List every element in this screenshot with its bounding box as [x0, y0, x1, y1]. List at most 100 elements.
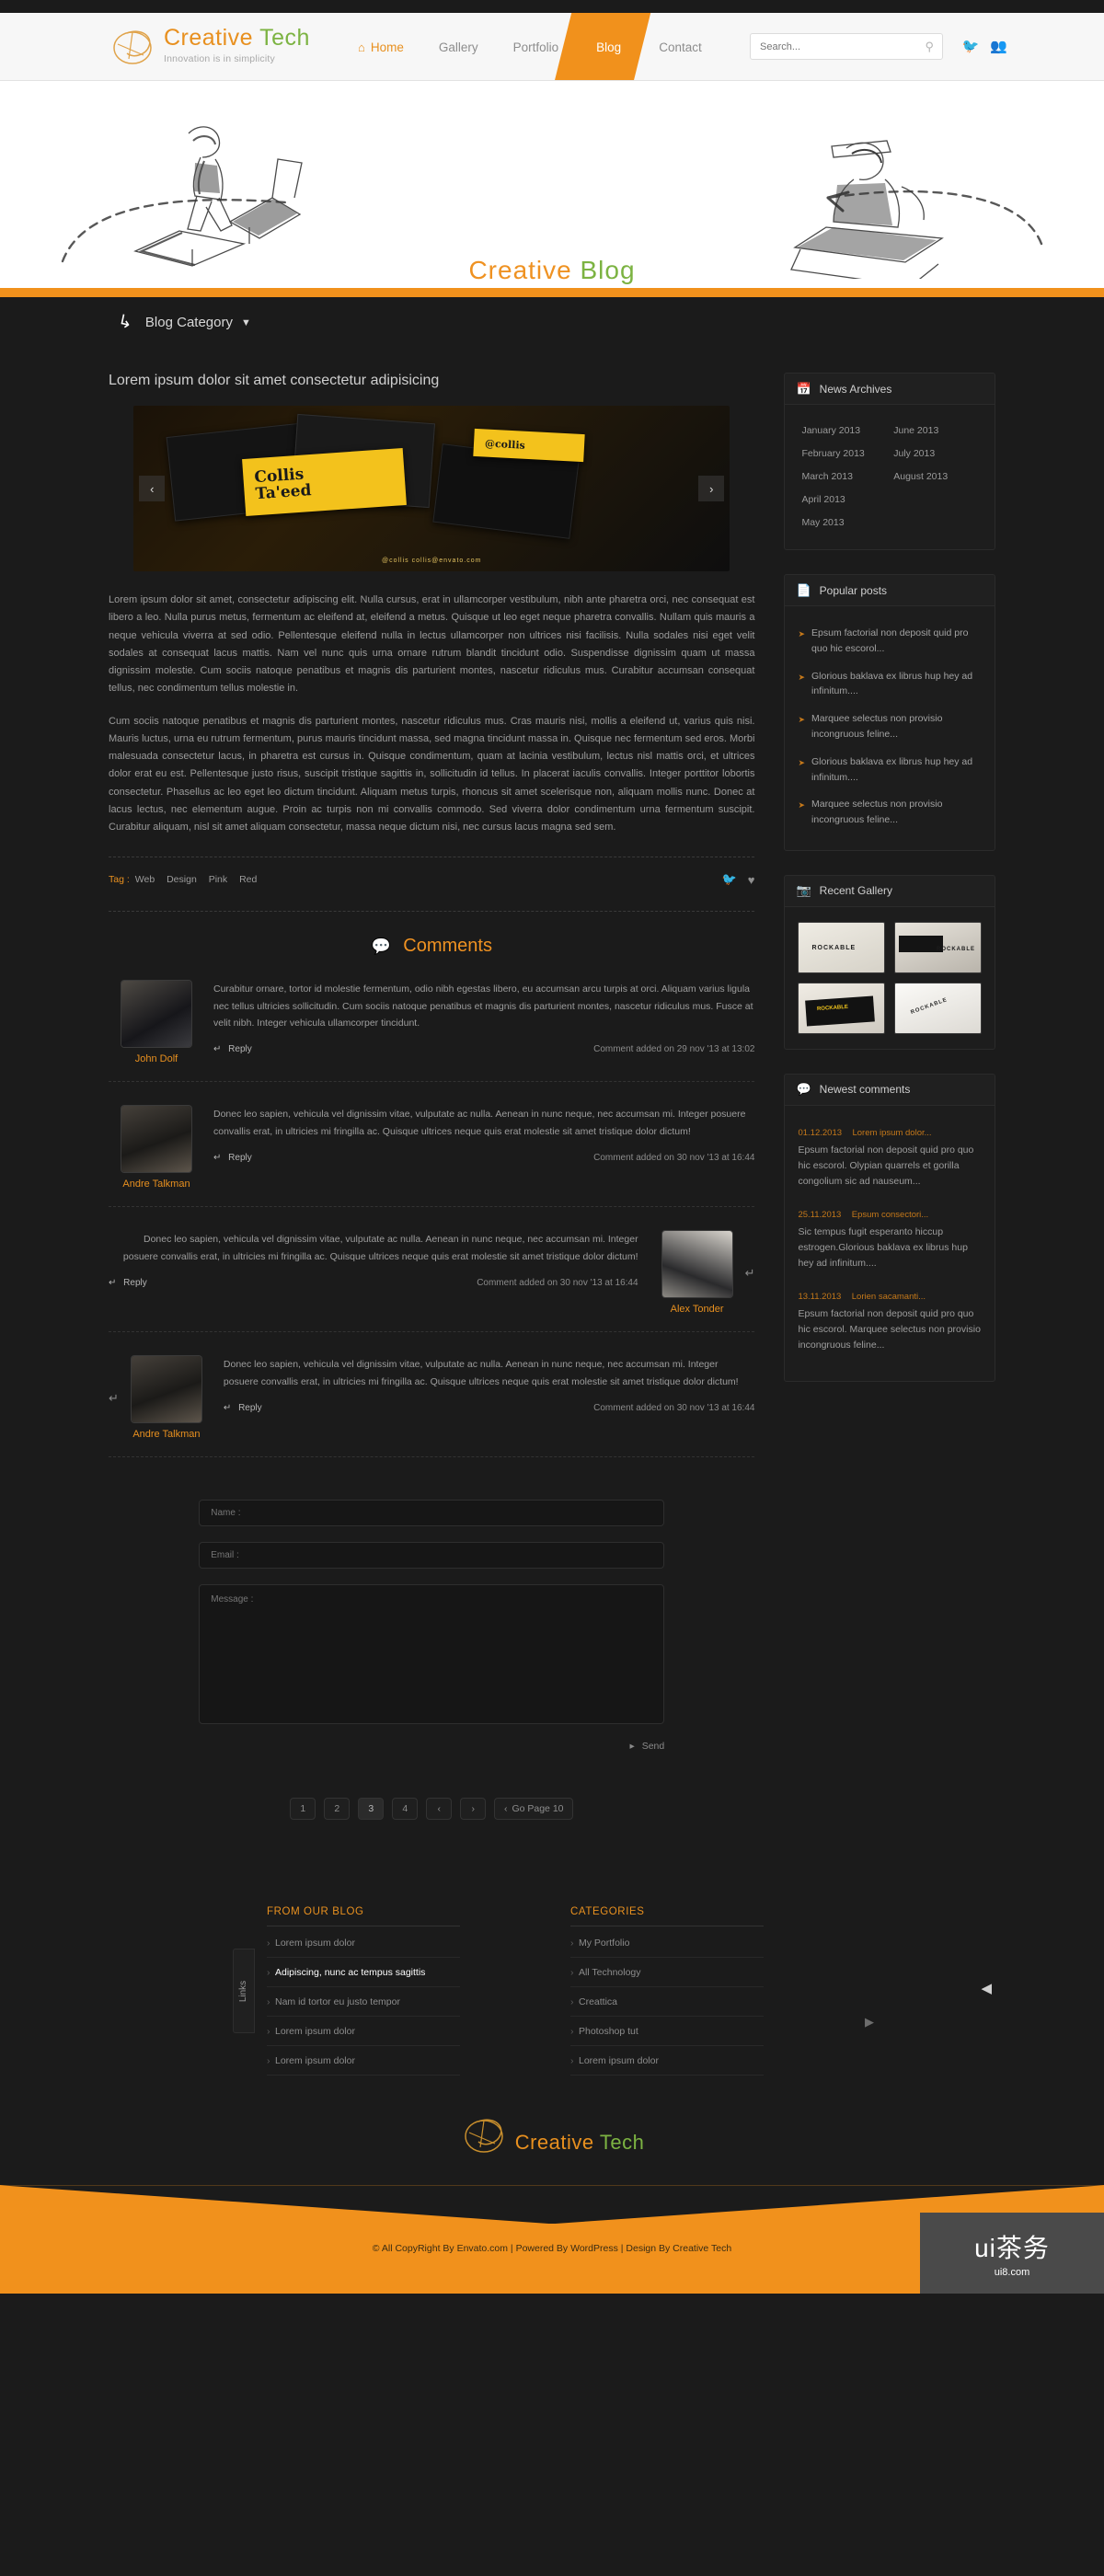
nav-item-blog[interactable]: Blog	[576, 13, 641, 80]
tag-item[interactable]: Design	[167, 874, 197, 885]
list-item[interactable]: ➤ Marquee selectus non provisio incongruo…	[798, 707, 982, 750]
gallery-thumb-label: ROCKABLE	[910, 996, 949, 1016]
widget-title: Newest comments	[819, 1083, 911, 1097]
list-item[interactable]: ➤ Glorious baklava ex librus hup hey ad i…	[798, 750, 982, 793]
reply-button[interactable]: ↵ Reply	[224, 1403, 262, 1413]
list-item[interactable]: ➤ Epsum factorial non deposit quid pro qu…	[798, 621, 982, 664]
footer-link[interactable]: Lorem ipsum dolor	[570, 2046, 764, 2076]
avatar[interactable]	[131, 1356, 201, 1423]
footer-link-list: Lorem ipsum dolor Adipiscing, nunc ac te…	[267, 1928, 460, 2076]
pagination-next-button[interactable]: ›	[460, 1798, 487, 1821]
watermark-line1: ui茶务	[974, 2234, 1050, 2263]
slider-prev-button[interactable]: ‹	[139, 476, 166, 501]
archive-item[interactable]: February 2013	[798, 443, 890, 466]
search-icon[interactable]: ⚲	[925, 40, 942, 54]
footer-link[interactable]: Creattica	[570, 1987, 764, 2018]
hero-banner: Creative Blog Lorem ipsum dolor sit amet…	[0, 81, 1104, 288]
footer-logo[interactable]: Creative Tech	[0, 2076, 1104, 2185]
gallery-thumb-2[interactable]: ROCKABLE	[894, 921, 982, 973]
popular-post-label: Marquee selectus non provisio incongruou…	[811, 799, 943, 826]
reply-button[interactable]: ↵ Reply	[109, 1278, 147, 1288]
comment-meta: ↵ Reply Comment added on 29 nov '13 at 1…	[213, 1044, 754, 1054]
list-item[interactable]: 13.11.2013 Lorien sacamanti... Epsum fac…	[798, 1284, 982, 1366]
post-slider[interactable]: Collis Ta'eed @collis @collis collis@env…	[133, 406, 730, 571]
watermark: ui茶务 ui8.com	[920, 2213, 1104, 2294]
reply-button[interactable]: ↵ Reply	[213, 1153, 252, 1163]
archive-item[interactable]: March 2013	[798, 466, 890, 489]
heart-icon[interactable]: ♥	[748, 873, 755, 887]
archive-item[interactable]: August 2013	[890, 466, 982, 489]
archive-item[interactable]: January 2013	[798, 420, 890, 443]
list-item[interactable]: ➤ Marquee selectus non provisio incongruo…	[798, 792, 982, 835]
name-field[interactable]	[199, 1500, 665, 1527]
list-item[interactable]: ➤ Glorious baklava ex librus hup hey ad i…	[798, 664, 982, 707]
pagination-page-1[interactable]: 1	[290, 1798, 316, 1821]
footer-logo-name-secondary: Tech	[599, 2131, 645, 2155]
comment-author-block: Alex Tonder	[650, 1231, 745, 1315]
twitter-icon[interactable]: 🐦	[962, 38, 980, 54]
links-tab[interactable]: Links	[233, 1949, 255, 2034]
bullet-arrow-icon: ➤	[798, 757, 806, 767]
comment-author-name[interactable]: John Dolf	[109, 1053, 204, 1064]
comment-author-name[interactable]: Andre Talkman	[109, 1179, 204, 1190]
footer-link[interactable]: All Technology	[570, 1958, 764, 1988]
footer-column-blog: FROM OUR BLOG Lorem ipsum dolor Adipisci…	[267, 1906, 460, 2076]
archive-item[interactable]: July 2013	[890, 443, 982, 466]
archive-item[interactable]: June 2013	[890, 420, 982, 443]
search-input[interactable]	[751, 40, 926, 52]
pagination-page-3[interactable]: 3	[358, 1798, 385, 1821]
message-field[interactable]	[199, 1584, 665, 1725]
reply-button[interactable]: ↵ Reply	[213, 1044, 252, 1054]
hero-heading: Creative Blog	[0, 256, 1104, 285]
pagination-go-button[interactable]: ‹ Go Page 10	[494, 1798, 574, 1821]
tag-item[interactable]: Red	[239, 874, 257, 885]
comment-item: ↵ Andre Talkman Donec leo sapien, vehicu…	[109, 1332, 755, 1458]
twitter-share-icon[interactable]: 🐦	[722, 872, 737, 887]
site-logo[interactable]: Creative Tech Innovation is in simplicit…	[109, 18, 310, 70]
footer-link[interactable]: Nam id tortor eu justo tempor	[267, 1987, 460, 2018]
footer-link[interactable]: Lorem ipsum dolor	[267, 1928, 460, 1959]
footer-link[interactable]: Lorem ipsum dolor	[267, 2017, 460, 2047]
widget-body: 01.12.2013 Lorem ipsum dolor... Epsum fa…	[784, 1104, 995, 1382]
pagination-page-2[interactable]: 2	[324, 1798, 351, 1821]
search-box[interactable]: ⚲	[750, 33, 943, 60]
footer-prev-arrow-icon[interactable]: ▶	[865, 2015, 874, 2030]
users-icon[interactable]: 👥	[990, 38, 1007, 54]
widget-header: 📅 News Archives	[784, 373, 995, 404]
send-button[interactable]: ▸ Send	[630, 1741, 665, 1752]
avatar[interactable]	[121, 981, 191, 1048]
slider-next-button[interactable]: ›	[698, 476, 725, 501]
nav-item-home[interactable]: ⌂ Home	[340, 13, 421, 80]
tag-item[interactable]: Web	[135, 874, 155, 885]
comment-meta: ↵ Reply Comment added on 30 nov '13 at 1…	[109, 1278, 638, 1288]
chevron-down-icon[interactable]: ▼	[241, 317, 251, 328]
pagination-prev-button[interactable]: ‹	[426, 1798, 453, 1821]
watermark-line2: ui8.com	[994, 2267, 1030, 2279]
archive-item[interactable]: May 2013	[798, 512, 890, 535]
send-label: Send	[641, 1741, 665, 1753]
gallery-thumb-3[interactable]: ROCKABLE	[798, 982, 886, 1034]
comment-author-name[interactable]: Andre Talkman	[119, 1429, 214, 1440]
send-arrow-icon: ▸	[629, 1741, 635, 1753]
widget-news-archives: 📅 News Archives January 2013 February 20…	[784, 373, 995, 550]
archive-item[interactable]: April 2013	[798, 489, 890, 512]
gallery-thumb-4[interactable]: ROCKABLE	[894, 982, 982, 1034]
site-header: Creative Tech Innovation is in simplicit…	[0, 13, 1104, 81]
footer-link[interactable]: Lorem ipsum dolor	[267, 2046, 460, 2076]
comment-author-name[interactable]: Alex Tonder	[650, 1304, 745, 1315]
pagination-page-4[interactable]: 4	[392, 1798, 419, 1821]
email-field[interactable]	[199, 1542, 665, 1570]
footer-link[interactable]: Photoshop tut	[570, 2017, 764, 2047]
list-item[interactable]: 25.11.2013 Epsum consectori... Sic tempu…	[798, 1202, 982, 1284]
avatar[interactable]	[661, 1231, 732, 1298]
list-item[interactable]: 01.12.2013 Lorem ipsum dolor... Epsum fa…	[798, 1121, 982, 1202]
nav-item-gallery[interactable]: Gallery	[421, 13, 496, 80]
footer-link[interactable]: My Portfolio	[570, 1928, 764, 1959]
blog-category-dropdown[interactable]: ↳ Blog Category ▼	[116, 312, 251, 334]
footer-link-selected[interactable]: Adipiscing, nunc ac tempus sagittis	[267, 1958, 460, 1988]
gallery-thumb-1[interactable]: ROCKABLE	[798, 921, 886, 973]
nav-item-contact[interactable]: Contact	[641, 13, 719, 80]
footer-next-arrow-icon[interactable]: ◀	[981, 1980, 992, 1996]
avatar[interactable]	[121, 1106, 191, 1173]
tag-item[interactable]: Pink	[209, 874, 227, 885]
